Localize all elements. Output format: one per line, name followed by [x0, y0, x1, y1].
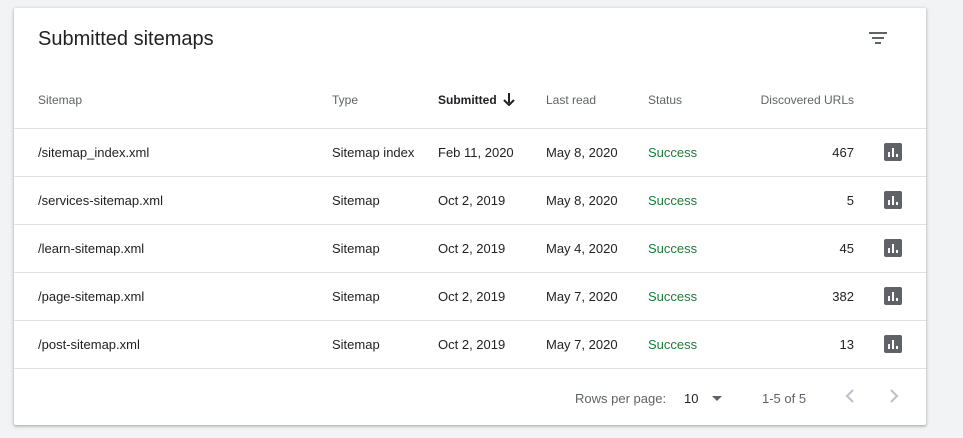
header-submitted[interactable]: Submitted — [438, 72, 546, 129]
row-action-cell — [854, 224, 926, 273]
cell-status: Success — [648, 272, 748, 321]
cell-type: Sitemap index — [332, 128, 438, 177]
cell-last-read: May 7, 2020 — [546, 320, 648, 369]
cell-type: Sitemap — [332, 272, 438, 321]
cell-sitemap: /services-sitemap.xml — [14, 176, 332, 225]
header-discovered-urls[interactable]: Discovered URLs — [748, 72, 854, 129]
table-row[interactable]: /learn-sitemap.xml Sitemap Oct 2, 2019 M… — [14, 224, 926, 273]
header-status[interactable]: Status — [648, 72, 748, 129]
cell-last-read: May 7, 2020 — [546, 272, 648, 321]
bar-chart-icon[interactable] — [884, 143, 902, 161]
bar-chart-icon[interactable] — [884, 335, 902, 353]
row-action-cell — [854, 176, 926, 225]
table-row[interactable]: /page-sitemap.xml Sitemap Oct 2, 2019 Ma… — [14, 272, 926, 321]
header-actions — [854, 72, 926, 129]
cell-discovered-urls: 467 — [748, 128, 854, 177]
cell-last-read: May 4, 2020 — [546, 224, 648, 273]
cell-submitted: Oct 2, 2019 — [438, 320, 546, 369]
filter-icon — [869, 32, 887, 44]
table-row[interactable]: /sitemap_index.xml Sitemap index Feb 11,… — [14, 128, 926, 177]
cell-last-read: May 8, 2020 — [546, 128, 648, 177]
bar-chart-icon[interactable] — [884, 287, 902, 305]
cell-submitted: Feb 11, 2020 — [438, 128, 546, 177]
cell-status: Success — [648, 176, 748, 225]
cell-type: Sitemap — [332, 320, 438, 369]
card-header: Submitted sitemaps — [14, 8, 926, 72]
cell-discovered-urls: 13 — [748, 320, 854, 369]
header-type[interactable]: Type — [332, 72, 438, 129]
table-header-row: Sitemap Type Submitted Last read Status … — [14, 72, 926, 129]
cell-discovered-urls: 45 — [748, 224, 854, 273]
cell-sitemap: /sitemap_index.xml — [14, 128, 332, 177]
chevron-left-icon — [845, 389, 854, 403]
rows-per-page-value: 10 — [684, 391, 699, 406]
bar-chart-icon[interactable] — [884, 239, 902, 257]
caret-down-icon — [712, 396, 722, 401]
sitemaps-table: Sitemap Type Submitted Last read Status … — [14, 72, 926, 369]
row-action-cell — [854, 128, 926, 177]
header-sitemap[interactable]: Sitemap — [14, 72, 332, 129]
previous-page-button[interactable] — [836, 382, 864, 410]
row-action-cell — [854, 272, 926, 321]
cell-submitted: Oct 2, 2019 — [438, 272, 546, 321]
cell-submitted: Oct 2, 2019 — [438, 176, 546, 225]
cell-status: Success — [648, 224, 748, 273]
row-action-cell — [854, 320, 926, 369]
table-row[interactable]: /post-sitemap.xml Sitemap Oct 2, 2019 Ma… — [14, 320, 926, 369]
cell-discovered-urls: 5 — [748, 176, 854, 225]
header-last-read[interactable]: Last read — [546, 72, 648, 129]
rows-per-page-select[interactable]: 10 — [684, 387, 732, 409]
cell-type: Sitemap — [332, 176, 438, 225]
pagination-range: 1-5 of 5 — [762, 391, 807, 406]
table-row[interactable]: /services-sitemap.xml Sitemap Oct 2, 201… — [14, 176, 926, 225]
cell-sitemap: /page-sitemap.xml — [14, 272, 332, 321]
cell-discovered-urls: 382 — [748, 272, 854, 321]
arrow-down-icon — [502, 92, 515, 106]
next-page-button[interactable] — [880, 382, 908, 410]
cell-sitemap: /post-sitemap.xml — [14, 320, 332, 369]
cell-submitted: Oct 2, 2019 — [438, 224, 546, 273]
filter-button[interactable] — [862, 24, 894, 52]
chevron-right-icon — [890, 389, 899, 403]
cell-type: Sitemap — [332, 224, 438, 273]
rows-per-page-label: Rows per page: — [575, 391, 667, 406]
cell-status: Success — [648, 320, 748, 369]
cell-status: Success — [648, 128, 748, 177]
bar-chart-icon[interactable] — [884, 191, 902, 209]
cell-sitemap: /learn-sitemap.xml — [14, 224, 332, 273]
table-pagination: Rows per page: 10 1-5 of 5 — [14, 368, 926, 425]
card-title: Submitted sitemaps — [38, 28, 214, 50]
submitted-sitemaps-card: Submitted sitemaps Sitemap Type Submitte… — [14, 8, 926, 425]
cell-last-read: May 8, 2020 — [546, 176, 648, 225]
